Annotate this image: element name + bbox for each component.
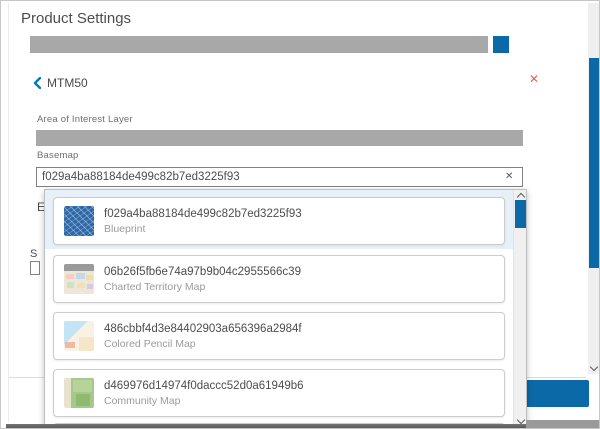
basemap-option-name: Charted Territory Map bbox=[104, 281, 301, 294]
basemap-input[interactable] bbox=[36, 167, 523, 187]
product-settings-window: Product Settings MTM50 ✕ Area of Interes… bbox=[0, 0, 600, 429]
scroll-down-icon[interactable] bbox=[516, 416, 524, 424]
window-bottom-edge-right bbox=[526, 420, 600, 429]
chevron-left-icon bbox=[33, 77, 41, 89]
close-icon[interactable]: ✕ bbox=[529, 72, 539, 86]
back-button-label: MTM50 bbox=[47, 76, 88, 90]
basemap-option-name: Blueprint bbox=[104, 223, 302, 236]
toolbar-blue-square-button[interactable] bbox=[493, 36, 509, 53]
back-button[interactable]: MTM50 bbox=[33, 76, 88, 90]
basemap-thumbnail-community bbox=[64, 378, 94, 408]
window-bottom-edge bbox=[6, 424, 526, 429]
basemap-option-id: f029a4ba88184de499c82b7ed3225f93 bbox=[104, 207, 302, 221]
hidden-field-label-fragment: S bbox=[30, 248, 37, 260]
basemap-option-colored-pencil[interactable]: 486cbbf4d3e84402903a656396a2984f Colored… bbox=[53, 312, 505, 360]
dropdown-scrollbar[interactable] bbox=[513, 190, 526, 426]
basemap-option-id: 486cbbf4d3e84402903a656396a2984f bbox=[104, 322, 302, 336]
aoi-input-redacted[interactable] bbox=[36, 130, 523, 146]
basemap-option-charted-territory[interactable]: 06b26f5fb6e74a97b9b04c2955566c39 Charted… bbox=[53, 255, 505, 303]
panel-scrollbar[interactable] bbox=[588, 3, 600, 374]
panel-left-border bbox=[8, 3, 9, 422]
clear-input-icon[interactable]: ✕ bbox=[505, 171, 513, 182]
basemap-option-blueprint[interactable]: f029a4ba88184de499c82b7ed3225f93 Bluepri… bbox=[53, 197, 505, 245]
basemap-thumbnail-blueprint bbox=[64, 206, 94, 236]
basemap-thumbnail-charted-territory bbox=[64, 264, 94, 294]
basemap-option-name: Community Map bbox=[104, 395, 304, 408]
page-title: Product Settings bbox=[21, 10, 131, 27]
basemap-thumbnail-colored-pencil bbox=[64, 321, 94, 351]
basemap-option-name: Colored Pencil Map bbox=[104, 338, 302, 351]
basemap-option-id: 06b26f5fb6e74a97b9b04c2955566c39 bbox=[104, 265, 301, 279]
basemap-dropdown-list: f029a4ba88184de499c82b7ed3225f93 Bluepri… bbox=[44, 189, 527, 426]
aoi-field-label: Area of Interest Layer bbox=[37, 114, 133, 125]
panel-scrollbar-thumb[interactable] bbox=[589, 58, 599, 268]
scroll-down-icon[interactable] bbox=[590, 363, 598, 371]
dropdown-scrollbar-thumb[interactable] bbox=[515, 200, 526, 228]
hidden-checkbox-fragment[interactable] bbox=[30, 261, 40, 275]
redacted-toolbar-bar bbox=[30, 36, 488, 53]
basemap-option-community[interactable]: d469976d14974f0daccc52d0a61949b6 Communi… bbox=[53, 369, 505, 417]
basemap-field-label: Basemap bbox=[37, 150, 79, 161]
basemap-option-id: d469976d14974f0daccc52d0a61949b6 bbox=[104, 379, 304, 393]
